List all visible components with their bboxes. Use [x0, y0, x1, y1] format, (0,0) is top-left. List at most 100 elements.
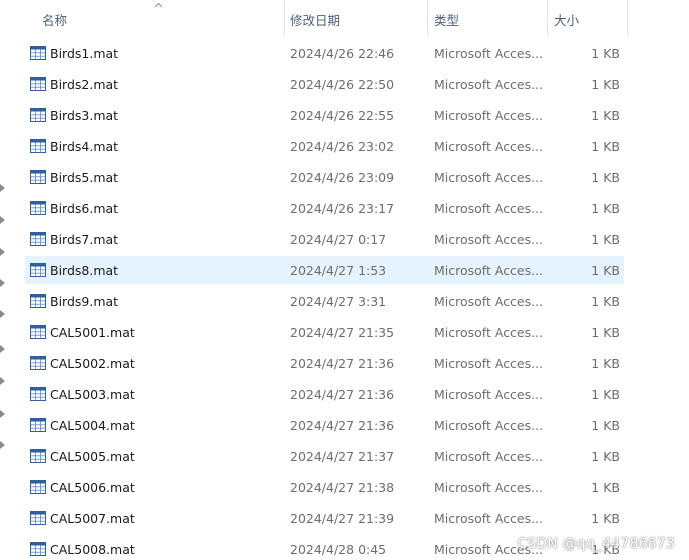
file-row[interactable]: Birds2.mat 2024/4/26 22:50 Microsoft Acc…	[25, 70, 624, 98]
file-modified-date: 2024/4/27 21:36	[290, 356, 395, 371]
file-type: Microsoft Acces...	[434, 387, 544, 402]
file-modified-date: 2024/4/28 0:45	[290, 542, 387, 557]
file-name: Birds9.mat	[50, 294, 119, 309]
file-name: CAL5007.mat	[50, 511, 135, 526]
file-type: Microsoft Acces...	[434, 139, 544, 154]
file-name: Birds2.mat	[50, 77, 119, 92]
column-header: 名称 修改日期 类型 大小	[0, 0, 689, 38]
column-divider[interactable]	[284, 0, 285, 36]
file-size: 1 KB	[591, 418, 620, 433]
access-table-icon	[30, 232, 46, 246]
access-table-icon	[30, 542, 46, 556]
file-name: CAL5002.mat	[50, 356, 135, 371]
file-name: CAL5005.mat	[50, 449, 135, 464]
expand-arrow-icon[interactable]	[0, 248, 5, 256]
access-table-icon	[30, 170, 46, 184]
file-row[interactable]: Birds4.mat 2024/4/26 23:02 Microsoft Acc…	[25, 132, 624, 160]
file-size: 1 KB	[591, 77, 620, 92]
watermark: CSDN @qq_44786673	[517, 536, 675, 552]
expand-arrow-icon[interactable]	[0, 377, 5, 385]
file-modified-date: 2024/4/26 22:46	[290, 46, 395, 61]
file-modified-date: 2024/4/27 3:31	[290, 294, 387, 309]
file-name: Birds4.mat	[50, 139, 119, 154]
access-table-icon	[30, 325, 46, 339]
file-type: Microsoft Acces...	[434, 294, 544, 309]
file-row[interactable]: CAL5002.mat 2024/4/27 21:36 Microsoft Ac…	[25, 349, 624, 377]
file-modified-date: 2024/4/27 1:53	[290, 263, 387, 278]
file-explorer: 名称 修改日期 类型 大小 Birds1.mat 2024/4/26 22:46…	[0, 0, 689, 560]
file-type: Microsoft Acces...	[434, 511, 544, 526]
column-name[interactable]: 名称	[42, 12, 67, 30]
column-divider[interactable]	[427, 0, 428, 36]
file-type: Microsoft Acces...	[434, 356, 544, 371]
column-divider[interactable]	[547, 0, 548, 36]
file-row[interactable]: Birds6.mat 2024/4/26 23:17 Microsoft Acc…	[25, 194, 624, 222]
file-size: 1 KB	[591, 139, 620, 154]
expand-arrow-icon[interactable]	[0, 410, 5, 418]
file-modified-date: 2024/4/27 21:36	[290, 387, 395, 402]
file-modified-date: 2024/4/26 23:09	[290, 170, 395, 185]
file-modified-date: 2024/4/26 22:55	[290, 108, 395, 123]
file-size: 1 KB	[591, 46, 620, 61]
file-row[interactable]: Birds5.mat 2024/4/26 23:09 Microsoft Acc…	[25, 163, 624, 191]
file-size: 1 KB	[591, 511, 620, 526]
expand-arrow-icon[interactable]	[0, 216, 5, 224]
file-name: Birds5.mat	[50, 170, 119, 185]
file-type: Microsoft Acces...	[434, 263, 544, 278]
file-modified-date: 2024/4/27 21:37	[290, 449, 395, 464]
file-row[interactable]: CAL5007.mat 2024/4/27 21:39 Microsoft Ac…	[25, 504, 624, 532]
file-name: Birds8.mat	[50, 263, 119, 278]
file-size: 1 KB	[591, 387, 620, 402]
access-table-icon	[30, 46, 46, 60]
expand-arrow-icon[interactable]	[0, 184, 5, 192]
column-size[interactable]: 大小	[554, 12, 579, 30]
expand-arrow-icon[interactable]	[0, 279, 5, 287]
file-modified-date: 2024/4/27 21:38	[290, 480, 395, 495]
file-row[interactable]: CAL5003.mat 2024/4/27 21:36 Microsoft Ac…	[25, 380, 624, 408]
sort-ascending-icon	[154, 2, 163, 8]
expand-arrow-icon[interactable]	[0, 310, 5, 318]
file-modified-date: 2024/4/27 21:36	[290, 418, 395, 433]
file-type: Microsoft Acces...	[434, 232, 544, 247]
access-table-icon	[30, 294, 46, 308]
file-type: Microsoft Acces...	[434, 77, 544, 92]
file-modified-date: 2024/4/27 21:35	[290, 325, 395, 340]
column-divider[interactable]	[627, 0, 628, 36]
file-row[interactable]: CAL5001.mat 2024/4/27 21:35 Microsoft Ac…	[25, 318, 624, 346]
file-type: Microsoft Acces...	[434, 46, 544, 61]
expand-arrow-icon[interactable]	[0, 345, 5, 353]
file-name: CAL5008.mat	[50, 542, 135, 557]
expand-arrow-icon[interactable]	[0, 441, 5, 449]
file-name: Birds7.mat	[50, 232, 119, 247]
file-size: 1 KB	[591, 480, 620, 495]
file-size: 1 KB	[591, 201, 620, 216]
file-type: Microsoft Acces...	[434, 201, 544, 216]
file-size: 1 KB	[591, 325, 620, 340]
file-row[interactable]: CAL5004.mat 2024/4/27 21:36 Microsoft Ac…	[25, 411, 624, 439]
file-modified-date: 2024/4/26 23:02	[290, 139, 395, 154]
access-table-icon	[30, 263, 46, 277]
access-table-icon	[30, 387, 46, 401]
file-size: 1 KB	[591, 356, 620, 371]
column-type[interactable]: 类型	[434, 12, 459, 30]
column-date[interactable]: 修改日期	[290, 12, 340, 30]
file-row[interactable]: Birds8.mat 2024/4/27 1:53 Microsoft Acce…	[25, 256, 624, 284]
file-name: Birds1.mat	[50, 46, 119, 61]
file-size: 1 KB	[591, 449, 620, 464]
access-table-icon	[30, 480, 46, 494]
file-type: Microsoft Acces...	[434, 418, 544, 433]
file-modified-date: 2024/4/27 0:17	[290, 232, 387, 247]
file-type: Microsoft Acces...	[434, 108, 544, 123]
file-modified-date: 2024/4/27 21:39	[290, 511, 395, 526]
file-name: CAL5003.mat	[50, 387, 135, 402]
file-row[interactable]: Birds9.mat 2024/4/27 3:31 Microsoft Acce…	[25, 287, 624, 315]
file-row[interactable]: Birds3.mat 2024/4/26 22:55 Microsoft Acc…	[25, 101, 624, 129]
file-modified-date: 2024/4/26 22:50	[290, 77, 395, 92]
file-row[interactable]: CAL5006.mat 2024/4/27 21:38 Microsoft Ac…	[25, 473, 624, 501]
access-table-icon	[30, 139, 46, 153]
file-row[interactable]: Birds1.mat 2024/4/26 22:46 Microsoft Acc…	[25, 39, 624, 67]
file-row[interactable]: Birds7.mat 2024/4/27 0:17 Microsoft Acce…	[25, 225, 624, 253]
file-row[interactable]: CAL5005.mat 2024/4/27 21:37 Microsoft Ac…	[25, 442, 624, 470]
access-table-icon	[30, 449, 46, 463]
file-type: Microsoft Acces...	[434, 325, 544, 340]
